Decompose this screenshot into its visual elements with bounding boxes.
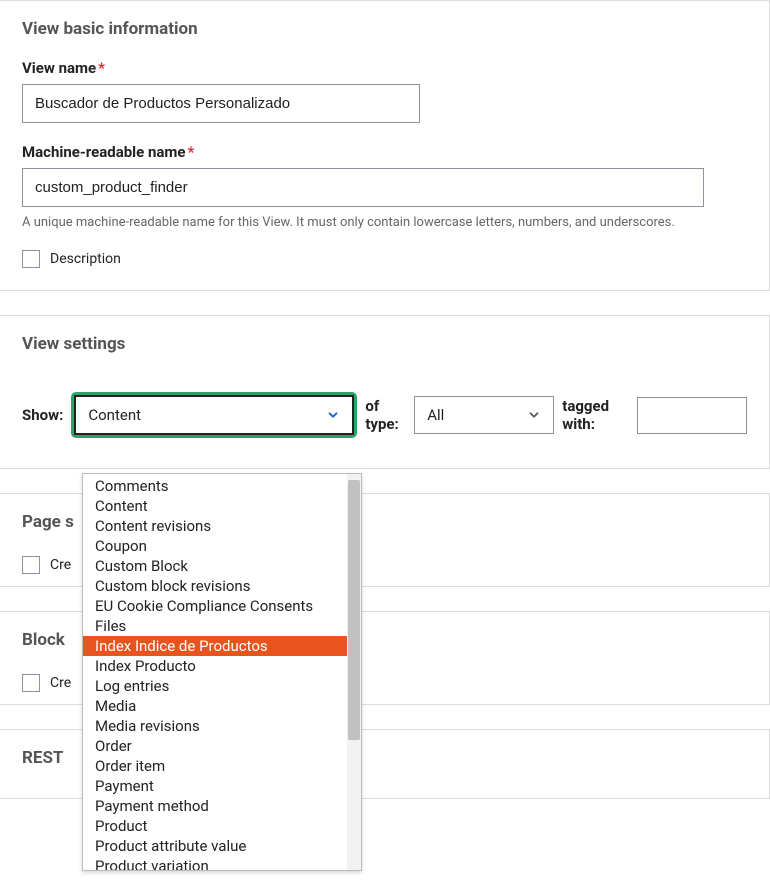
dropdown-option[interactable]: Media [83,696,347,716]
chevron-down-icon [527,408,541,422]
show-dropdown-listbox[interactable]: CommentsContentContent revisionsCouponCu… [82,473,362,871]
panel-basic-info: View basic information View name* Machin… [0,0,770,291]
dropdown-option[interactable]: Order item [83,756,347,776]
show-select-value: Content [88,406,141,424]
dropdown-option[interactable]: Content revisions [83,516,347,536]
dropdown-option[interactable]: Log entries [83,676,347,696]
dropdown-scrollbar[interactable] [347,474,361,870]
dropdown-list: CommentsContentContent revisionsCouponCu… [83,474,347,870]
tagged-with-input[interactable] [637,397,747,434]
description-checkbox[interactable] [22,250,40,268]
show-label: Show: [22,406,63,424]
dropdown-option[interactable]: Custom Block [83,556,347,576]
basic-info-heading: View basic information [22,19,747,39]
create-block-label: Cre [50,675,71,691]
dropdown-option[interactable]: Custom block revisions [83,576,347,596]
dropdown-option[interactable]: Product attribute value [83,836,347,856]
dropdown-option[interactable]: Coupon [83,536,347,556]
dropdown-option[interactable]: Payment method [83,796,347,816]
machine-name-help: A unique machine-readable name for this … [22,215,747,230]
tagged-with-label: tagged with: [562,397,629,433]
dropdown-option[interactable]: Media revisions [83,716,347,736]
machine-name-field: Machine-readable name* A unique machine-… [22,143,747,230]
create-block-checkbox[interactable] [22,674,40,692]
dropdown-option[interactable]: Content [83,496,347,516]
dropdown-option[interactable]: Index Indice de Productos [83,636,347,656]
dropdown-option[interactable]: Product [83,816,347,836]
of-type-select[interactable]: All [414,396,554,434]
view-settings-heading: View settings [22,334,747,354]
dropdown-option[interactable]: Files [83,616,347,636]
dropdown-option[interactable]: Comments [83,476,347,496]
dropdown-option[interactable]: Index Producto [83,656,347,676]
dropdown-option[interactable]: Payment [83,776,347,796]
machine-name-input[interactable] [22,168,704,207]
create-page-checkbox[interactable] [22,556,40,574]
show-select[interactable]: Content [74,395,354,435]
create-page-label: Cre [50,557,71,573]
required-marker: * [187,143,194,161]
required-marker: * [98,59,105,77]
of-type-label: of type: [365,397,406,433]
description-label: Description [50,251,121,267]
panel-view-settings: View settings Show: Content of type: All [0,315,770,469]
dropdown-option[interactable]: Product variation [83,856,347,870]
view-name-field: View name* [22,59,747,123]
machine-name-label: Machine-readable name* [22,143,747,161]
view-name-label: View name* [22,59,747,77]
chevron-down-icon [326,408,340,422]
show-select-focus: Content [71,392,357,438]
description-row: Description [22,250,747,268]
view-name-input[interactable] [22,84,420,123]
dropdown-option[interactable]: EU Cookie Compliance Consents [83,596,347,616]
dropdown-option[interactable]: Order [83,736,347,756]
dropdown-scrollbar-thumb[interactable] [348,480,360,740]
of-type-value: All [427,406,444,424]
